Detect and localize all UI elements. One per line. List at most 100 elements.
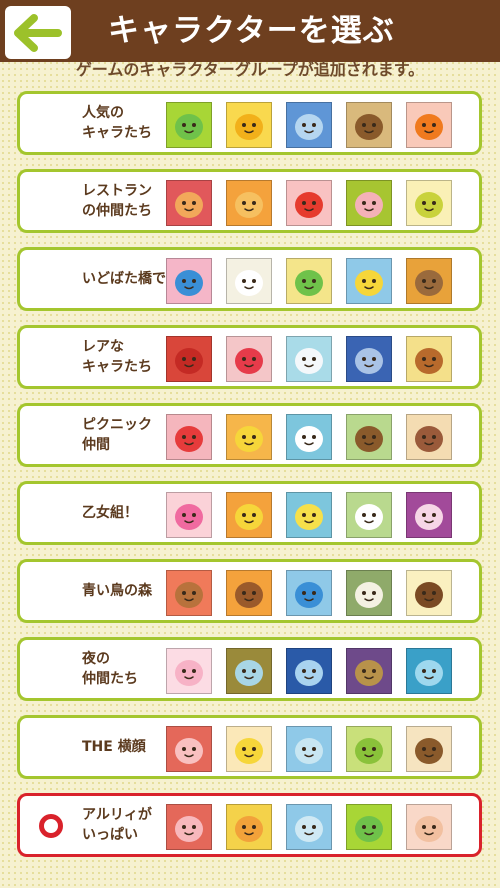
character-tile	[286, 492, 332, 538]
character-tile	[286, 726, 332, 772]
chestnut-icon	[355, 114, 383, 140]
character-tile	[226, 180, 272, 226]
character-tile	[406, 336, 452, 382]
bean-icon	[415, 192, 443, 218]
character-tile	[346, 414, 392, 460]
fish-icon	[175, 270, 203, 296]
group-row[interactable]: 夜の 仲間たち	[17, 637, 482, 701]
character-tile	[406, 414, 452, 460]
pig-chef-icon	[355, 192, 383, 218]
blue-bird-icon	[295, 582, 323, 608]
character-tile	[166, 258, 212, 304]
elephant-icon	[355, 348, 383, 374]
curly-hair-girl-icon	[415, 348, 443, 374]
heart-face-icon	[415, 504, 443, 530]
green-face-icon	[355, 816, 383, 842]
selected-circle-icon	[39, 814, 63, 838]
character-tile	[346, 336, 392, 382]
group-row[interactable]: アルリィが いっぱい	[17, 793, 482, 857]
character-tile	[166, 102, 212, 148]
character-tile	[286, 258, 332, 304]
character-tile	[346, 804, 392, 850]
duck-icon	[355, 270, 383, 296]
character-tile	[286, 180, 332, 226]
flower-icon	[175, 504, 203, 530]
orange-face-icon	[235, 816, 263, 842]
beige-face-icon	[415, 816, 443, 842]
character-tile	[346, 570, 392, 616]
chick-person-icon	[235, 426, 263, 452]
strawberry-icon	[175, 426, 203, 452]
ghost-icon	[295, 114, 323, 140]
dinosaur-icon	[415, 270, 443, 296]
owl-icon	[355, 660, 383, 686]
character-tile	[286, 414, 332, 460]
jellyfish-icon	[295, 348, 323, 374]
group-row[interactable]: レアな キャラたち	[17, 325, 482, 389]
cherry-icon	[235, 348, 263, 374]
character-tile	[166, 570, 212, 616]
character-tile	[166, 726, 212, 772]
group-row[interactable]: 青い鳥の森	[17, 559, 482, 623]
character-tile	[286, 102, 332, 148]
character-tile	[226, 648, 272, 694]
character-tile	[406, 492, 452, 538]
character-tile	[406, 258, 452, 304]
character-tile	[166, 804, 212, 850]
character-tile	[166, 648, 212, 694]
character-tile	[346, 648, 392, 694]
pumpkin-icon	[415, 114, 443, 140]
character-tile	[286, 648, 332, 694]
character-tile	[346, 726, 392, 772]
character-tile	[346, 102, 392, 148]
bear-icon	[235, 582, 263, 608]
star-icon	[175, 660, 203, 686]
group-row[interactable]: いどばた橋で	[17, 247, 482, 311]
almond-icon	[415, 426, 443, 452]
character-tile	[346, 258, 392, 304]
group-row[interactable]: ピクニック 仲間	[17, 403, 482, 467]
donut-icon	[175, 192, 203, 218]
group-row[interactable]: 乙女組！	[17, 481, 482, 545]
puffer-bird-icon	[295, 504, 323, 530]
acorn-icon	[415, 582, 443, 608]
group-row[interactable]: 人気の キャラたち	[17, 91, 482, 155]
character-tile	[226, 336, 272, 382]
alien-icon	[415, 660, 443, 686]
character-tile	[406, 102, 452, 148]
frog-profile-icon	[355, 738, 383, 764]
character-tile	[226, 258, 272, 304]
ladybug-icon	[175, 348, 203, 374]
character-tile	[166, 336, 212, 382]
frog-float-icon	[295, 270, 323, 296]
blue-face-icon	[295, 816, 323, 842]
character-tile	[286, 336, 332, 382]
pig-face-icon	[175, 816, 203, 842]
chestnut-profile-icon	[415, 738, 443, 764]
frog-icon	[175, 114, 203, 140]
character-tile	[406, 648, 452, 694]
sheep-icon	[355, 582, 383, 608]
character-tile	[226, 102, 272, 148]
character-tile	[226, 414, 272, 460]
character-tile	[406, 180, 452, 226]
character-tile	[226, 492, 272, 538]
character-tile	[166, 180, 212, 226]
character-tile	[406, 726, 452, 772]
character-tile	[346, 180, 392, 226]
character-tile	[166, 492, 212, 538]
character-tile	[406, 804, 452, 850]
group-row[interactable]: THE 横顔	[17, 715, 482, 779]
group-list: 人気の キャラたち レストラン の仲間たち いどばた橋で レアな キャラたち ピクニック…	[0, 0, 500, 888]
ufo-icon	[235, 660, 263, 686]
pig-profile-icon	[175, 738, 203, 764]
chick-person-icon	[235, 114, 263, 140]
character-tile	[226, 726, 272, 772]
toast-icon	[235, 192, 263, 218]
character-tile	[286, 804, 332, 850]
character-tile	[226, 570, 272, 616]
alien-profile-icon	[295, 738, 323, 764]
character-tile	[226, 804, 272, 850]
chick-profile-icon	[235, 738, 263, 764]
group-row[interactable]: レストラン の仲間たち	[17, 169, 482, 233]
